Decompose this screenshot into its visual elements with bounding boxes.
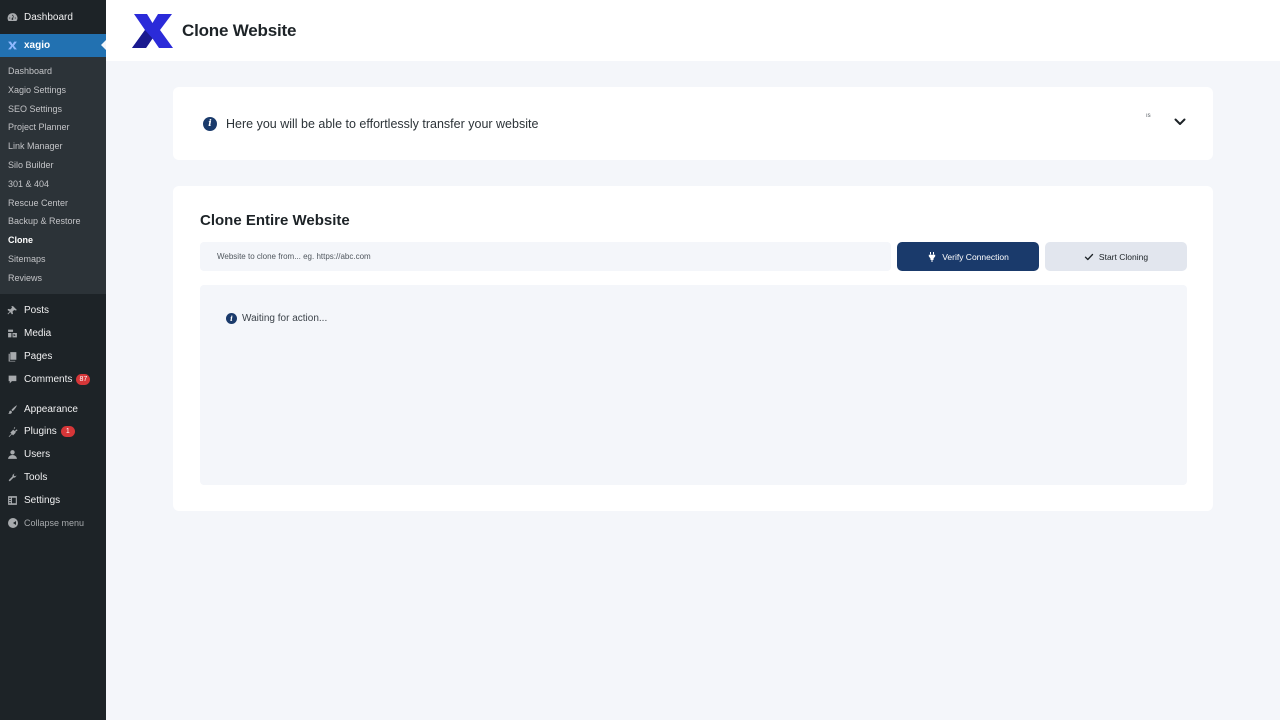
submenu-item-seo-settings[interactable]: SEO Settings <box>0 100 106 119</box>
status-row: i Waiting for action... <box>226 313 327 324</box>
sidebar-edge <box>106 580 107 720</box>
menu-xagio[interactable]: xagio <box>0 34 106 57</box>
pushpin-icon <box>7 305 18 316</box>
info-text: Here you will be able to effortlessly tr… <box>226 116 539 131</box>
menu-media-label: Media <box>24 328 52 340</box>
plugins-update-badge: 1 <box>60 426 75 438</box>
menu-posts-label: Posts <box>24 305 50 317</box>
submenu-item-silo-builder[interactable]: Silo Builder <box>0 156 106 175</box>
menu-users-label: Users <box>24 449 51 461</box>
paintbrush-icon <box>7 404 18 415</box>
start-cloning-label: Start Cloning <box>1098 251 1149 262</box>
collapse-arrow-icon <box>7 518 18 529</box>
menu-settings[interactable]: Settings <box>0 489 106 512</box>
menu-appearance[interactable]: Appearance <box>0 398 106 421</box>
submenu-item-301-404[interactable]: 301 & 404 <box>0 175 106 194</box>
xagio-logo <box>132 13 173 48</box>
menu-pages-label: Pages <box>24 351 53 363</box>
menu-appearance-label: Appearance <box>24 403 78 415</box>
menu-plugins[interactable]: Plugins 1 <box>0 421 106 444</box>
check-icon <box>1084 252 1094 262</box>
menu-comments[interactable]: Comments 87 <box>0 368 106 391</box>
wrench-icon <box>7 472 18 483</box>
clone-log-area: i Waiting for action... <box>200 285 1187 485</box>
menu-tools[interactable]: Tools <box>0 466 106 489</box>
menu-users[interactable]: Users <box>0 443 106 466</box>
user-icon <box>7 449 18 460</box>
verify-connection-label: Verify Connection <box>942 251 1009 262</box>
comment-icon <box>7 374 18 385</box>
menu-posts[interactable]: Posts <box>0 300 106 323</box>
section-title: Clone Entire Website <box>200 212 350 229</box>
status-text: Waiting for action... <box>242 313 328 324</box>
info-panel[interactable]: i Here you will be able to effortlessly … <box>173 87 1213 160</box>
menu-pages[interactable]: Pages <box>0 345 106 368</box>
submenu-item-sitemaps[interactable]: Sitemaps <box>0 250 106 269</box>
menu-media[interactable]: Media <box>0 322 106 345</box>
submenu-item-reviews[interactable]: Reviews <box>0 269 106 288</box>
admin-sidebar: Dashboard xagio Dashboard Xagio Settings… <box>0 0 106 720</box>
menu-tools-label: Tools <box>24 472 48 484</box>
plug-icon <box>927 251 937 262</box>
truncated-label: ıs <box>1146 113 1151 119</box>
submenu-item-dashboard[interactable]: Dashboard <box>0 62 106 81</box>
status-info-icon: i <box>226 313 237 324</box>
menu-settings-label: Settings <box>24 494 61 506</box>
page-header: Clone Website <box>106 0 1280 61</box>
media-icon <box>7 328 18 339</box>
verify-connection-button[interactable]: Verify Connection <box>897 242 1039 271</box>
plugin-icon <box>7 426 18 438</box>
chevron-down-icon[interactable] <box>1173 115 1187 129</box>
admin-menu-list: Posts Media Pages Comments 87 Appearance… <box>0 294 106 535</box>
submenu-item-backup-restore[interactable]: Backup & Restore <box>0 212 106 231</box>
settings-icon <box>7 495 18 506</box>
submenu-item-link-manager[interactable]: Link Manager <box>0 137 106 156</box>
dashboard-icon <box>7 12 18 23</box>
menu-comments-label: Comments <box>24 373 73 385</box>
submenu-item-xagio-settings[interactable]: Xagio Settings <box>0 81 106 100</box>
xagio-submenu: Dashboard Xagio Settings SEO Settings Pr… <box>0 57 106 294</box>
collapse-menu-label: Collapse menu <box>24 518 85 529</box>
menu-dashboard[interactable]: Dashboard <box>0 0 106 34</box>
submenu-item-project-planner[interactable]: Project Planner <box>0 118 106 137</box>
clone-url-input[interactable] <box>200 242 891 271</box>
submenu-item-clone[interactable]: Clone <box>0 231 106 250</box>
collapse-menu-button[interactable]: Collapse menu <box>0 512 106 535</box>
start-cloning-button[interactable]: Start Cloning <box>1045 242 1187 271</box>
pages-icon <box>7 351 18 362</box>
page-title: Clone Website <box>182 20 297 40</box>
clone-website-panel: Clone Entire Website Verify Connection S… <box>173 186 1213 511</box>
info-icon: i <box>203 116 217 131</box>
xagio-icon <box>7 40 18 51</box>
comments-count-badge: 87 <box>76 373 91 385</box>
submenu-item-rescue-center[interactable]: Rescue Center <box>0 194 106 213</box>
menu-xagio-label: xagio <box>24 40 51 51</box>
menu-dashboard-label: Dashboard <box>24 11 73 23</box>
menu-plugins-label: Plugins <box>24 426 57 438</box>
menu-separator <box>0 391 106 398</box>
